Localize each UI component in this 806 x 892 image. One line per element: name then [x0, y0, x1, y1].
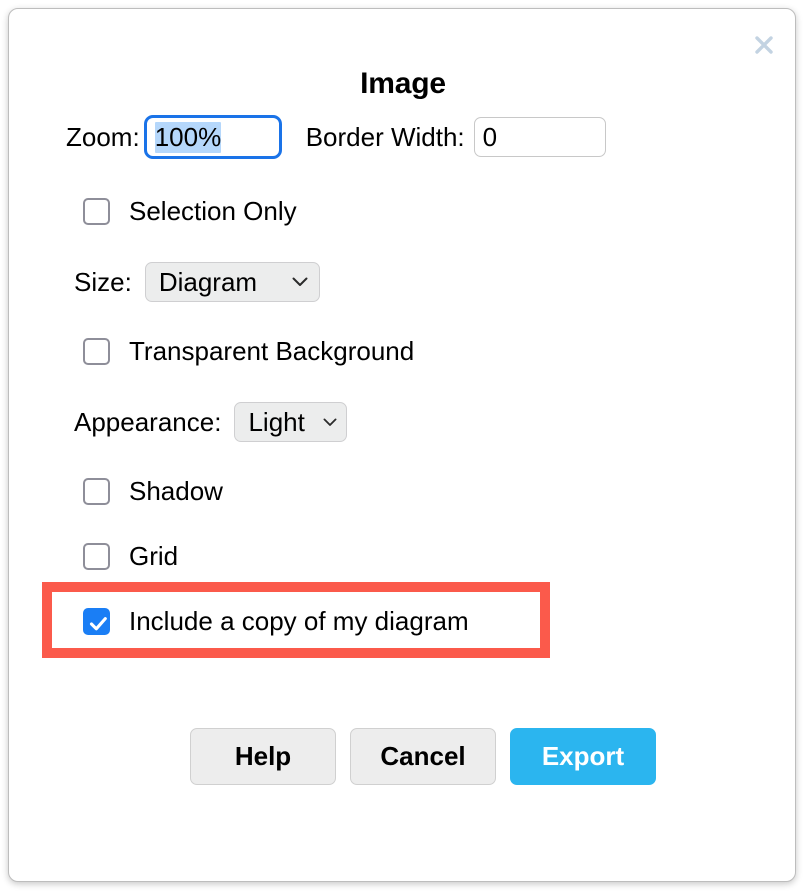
- selection-only-label: Selection Only: [129, 196, 297, 227]
- checkbox-row-include-copy[interactable]: Include a copy of my diagram: [83, 606, 469, 637]
- border-width-input-value: 0: [483, 122, 497, 153]
- size-select-value: Diagram: [159, 267, 257, 298]
- border-width-label: Border Width:: [306, 122, 465, 153]
- appearance-select-value: Light: [248, 407, 304, 438]
- close-x-icon: [753, 34, 775, 56]
- size-row: Size: Diagram: [74, 262, 320, 302]
- appearance-label: Appearance:: [74, 407, 221, 438]
- help-button[interactable]: Help: [190, 728, 336, 785]
- grid-checkbox[interactable]: [83, 543, 110, 570]
- size-select[interactable]: Diagram: [145, 262, 320, 302]
- transparent-background-checkbox[interactable]: [83, 338, 110, 365]
- checkbox-row-shadow[interactable]: Shadow: [83, 476, 223, 507]
- checkmark-icon: [87, 612, 110, 635]
- cancel-button[interactable]: Cancel: [350, 728, 496, 785]
- selection-only-checkbox[interactable]: [83, 198, 110, 225]
- appearance-select[interactable]: Light: [234, 402, 347, 442]
- zoom-input[interactable]: 100%: [144, 115, 282, 159]
- border-width-input[interactable]: 0: [474, 117, 606, 157]
- shadow-checkbox[interactable]: [83, 478, 110, 505]
- shadow-label: Shadow: [129, 476, 223, 507]
- close-button[interactable]: [747, 28, 781, 62]
- grid-label: Grid: [129, 541, 178, 572]
- image-export-dialog: Image Zoom: 100% Border Width: 0 Selecti…: [8, 8, 796, 882]
- dialog-title: Image: [9, 67, 796, 101]
- appearance-row: Appearance: Light: [74, 402, 347, 442]
- include-copy-checkbox[interactable]: [83, 608, 110, 635]
- transparent-background-label: Transparent Background: [129, 336, 414, 367]
- checkbox-row-selection-only[interactable]: Selection Only: [83, 196, 297, 227]
- zoom-input-value: 100%: [155, 122, 222, 153]
- include-copy-label: Include a copy of my diagram: [129, 606, 469, 637]
- zoom-border-row: Zoom: 100% Border Width: 0: [66, 115, 606, 159]
- export-button[interactable]: Export: [510, 728, 656, 785]
- checkbox-row-transparent-background[interactable]: Transparent Background: [83, 336, 414, 367]
- chevron-down-icon: [292, 277, 308, 287]
- checkbox-row-grid[interactable]: Grid: [83, 541, 178, 572]
- zoom-label: Zoom:: [66, 122, 140, 153]
- chevron-down-icon: [323, 418, 337, 427]
- size-label: Size:: [74, 267, 132, 298]
